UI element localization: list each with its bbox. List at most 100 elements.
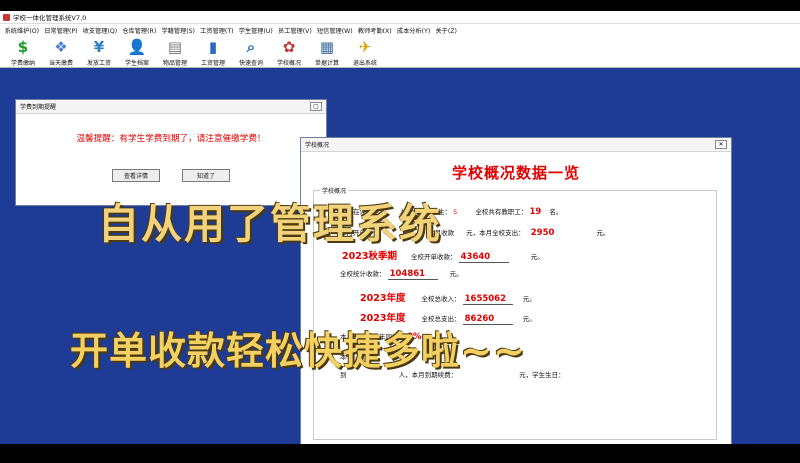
label-birthday: 元，学生生日： — [519, 371, 565, 379]
toolbar-button-6[interactable]: ⌕ 快速查询 — [232, 37, 270, 67]
exit-icon: ✈ — [358, 38, 372, 56]
menu-item-0[interactable]: 系统维护(O) — [2, 26, 42, 35]
calculator-icon: ▦ — [319, 38, 335, 56]
toolbar: $ 学费缴纳 ❖ 当天缴费 ¥ 发放工资 👤 学生档案 ▤ 物品管理 ▮ 工资管理 ⌕ 快速查询 ✿ 学校概况… — [0, 36, 800, 68]
year-expense-unit: 元。 — [522, 315, 536, 323]
label-tail: 本 — [340, 353, 347, 361]
search-icon: ⌕ — [246, 38, 256, 56]
label-term-income: 全校开单收款： — [411, 253, 457, 261]
toolbar-label: 当天缴费 — [48, 60, 73, 67]
row-students: 全校在读学生 人，本学期新生： 5 全校共有教职工： 19 名。 — [340, 206, 562, 217]
total-income-unit: 元。 — [449, 270, 463, 278]
menu-item-1[interactable]: 日常管理(P) — [42, 26, 81, 35]
label-month-receipts: 本月收款 — [428, 229, 455, 237]
toolbar-label: 学生档案 — [124, 60, 149, 67]
row-ratio: 本月开单比去年同比： 0% — [340, 331, 422, 342]
menu-item-6[interactable]: 学生管理(U) — [236, 26, 275, 35]
overview-window: 学校概况 ✕ 学校概况数据一览 学校概况 全校在读学生 人，本学期新生： 5 全… — [300, 137, 732, 444]
reminder-window: 学费到期提醒 ▢ 温馨提醒：有学生学费到期了，请注意催缴学费！ 查看详情 知道了 — [15, 99, 327, 206]
label-month-expense: 元，本月全校支出： — [466, 229, 525, 237]
menu-item-2[interactable]: 收支管理(Q) — [80, 26, 120, 35]
close-icon[interactable]: ▢ — [310, 102, 322, 111]
toolbar-label: 单据计算 — [314, 60, 339, 67]
school-icon: ✿ — [282, 38, 296, 56]
coins-icon: ❖ — [54, 38, 68, 56]
app-titlebar: 学校一体化管理系统V7.0 — [0, 11, 800, 24]
toolbar-button-8[interactable]: ▦ 单据计算 — [308, 37, 346, 67]
term-income-value: 43640 — [458, 252, 509, 263]
row-year-income: 2023年度 全校总收入： 1655062 元。 — [360, 290, 536, 305]
close-icon[interactable]: ✕ — [715, 140, 727, 149]
year-income-value: 1655062 — [462, 294, 513, 305]
new-students-value: 5 — [453, 208, 458, 216]
group-label: 学校概况 — [320, 186, 349, 195]
overview-title: 学校概况 — [305, 142, 330, 149]
app-logo-icon — [3, 13, 10, 21]
toolbar-button-3[interactable]: 👤 学生档案 — [118, 37, 156, 67]
menubar: 系统维护(O) 日常管理(P) 收支管理(Q) 仓库管理(R) 学籍管理(S) 工资管理(… — [0, 24, 800, 36]
total-income-value: 104861 — [387, 269, 438, 280]
label-staff: 全校共有教职工： — [475, 208, 528, 216]
toolbar-button-0[interactable]: $ 学费缴纳 — [4, 37, 42, 67]
row-year-expense: 2023年度 全校总支出： 86260 元。 — [360, 310, 536, 325]
toolbar-button-7[interactable]: ✿ 学校概况 — [270, 37, 308, 67]
app-title: 学校一体化管理系统V7.0 — [13, 14, 87, 22]
reminder-message: 温馨提醒：有学生学费到期了，请注意催缴学费！ — [76, 134, 266, 144]
menu-item-7[interactable]: 员工管理(V) — [275, 26, 314, 35]
month-expense-value: 2950 — [530, 228, 555, 238]
menu-item-11[interactable]: 关于(Z) — [433, 26, 460, 35]
label-year-expense: 全校总支出： — [421, 315, 461, 323]
label-expiring: 到 — [340, 371, 347, 379]
label-year-income: 全校总收入： — [421, 295, 461, 303]
row-term: 2023秋季期 全校开单收款： 43640 元。 — [342, 248, 544, 263]
ok-button[interactable]: 知道了 — [182, 169, 230, 182]
year-income-unit: 元。 — [522, 295, 536, 303]
label-ratio: 本月开单比去年同比： — [340, 333, 405, 341]
overview-titlebar[interactable]: 学校概况 ✕ — [301, 138, 731, 152]
menu-item-3[interactable]: 仓库管理(R) — [120, 26, 159, 35]
reminder-title: 学费到期提醒 — [20, 104, 57, 111]
toolbar-label: 发放工资 — [86, 60, 111, 67]
overview-heading: 学校概况数据一览 — [451, 164, 580, 182]
toolbar-label: 学校概况 — [276, 60, 301, 67]
label-new-students: 人，本学期新生： — [399, 208, 452, 216]
row-tail: 本 — [340, 351, 347, 361]
toolbar-button-2[interactable]: ¥ 发放工资 — [80, 37, 118, 67]
toolbar-button-9[interactable]: ✈ 退出系统 — [346, 37, 384, 67]
menu-item-10[interactable]: 成本分析(Y) — [394, 26, 433, 35]
row-month: 本月开单 本月收款 元，本月全校支出： 2950 元。 — [340, 227, 609, 238]
money-icon: ¥ — [93, 38, 105, 56]
toolbar-label: 退出系统 — [352, 60, 377, 67]
label-month-orders: 本月开单 — [340, 229, 366, 237]
toolbar-button-4[interactable]: ▤ 物品管理 — [156, 37, 194, 67]
label-students: 全校在读学生 — [340, 208, 379, 216]
desktop-area: 学费到期提醒 ▢ 温馨提醒：有学生学费到期了，请注意催缴学费！ 查看详情 知道了… — [0, 69, 800, 444]
staff-value: 19 — [529, 207, 542, 217]
toolbar-label: 快速查询 — [238, 60, 263, 67]
toolbar-label: 学费缴纳 — [10, 60, 35, 67]
ratio-value: 0% — [407, 332, 422, 342]
toolbar-label: 物品管理 — [162, 60, 187, 67]
menu-item-5[interactable]: 工资管理(T) — [198, 26, 237, 35]
label-renewal: 人，本月到期续费： — [398, 371, 458, 379]
year-income-label: 2023年度 — [360, 293, 406, 304]
person-icon: 👤 — [127, 38, 147, 56]
dollar-icon: $ — [17, 38, 29, 56]
year-expense-label: 2023年度 — [360, 313, 406, 324]
month-expense-unit: 元。 — [596, 229, 610, 237]
year-expense-value: 86260 — [462, 314, 513, 325]
toolbar-button-5[interactable]: ▮ 工资管理 — [194, 37, 232, 67]
reminder-titlebar[interactable]: 学费到期提醒 ▢ — [16, 100, 326, 114]
staff-unit: 名。 — [549, 208, 563, 216]
row-total: 全校统计收款： 104861 元。 — [340, 268, 463, 280]
menu-item-9[interactable]: 教师考勤(X) — [355, 26, 394, 35]
box-icon: ▤ — [167, 38, 183, 56]
menu-item-4[interactable]: 学籍管理(S) — [159, 26, 198, 35]
overview-group: 学校概况 全校在读学生 人，本学期新生： 5 全校共有教职工： 19 名。 本月… — [313, 186, 717, 440]
view-details-button[interactable]: 查看详情 — [112, 169, 160, 182]
term-income-unit: 元。 — [530, 253, 544, 261]
menu-item-8[interactable]: 短信管理(W) — [314, 26, 355, 35]
term-label: 2023秋季期 — [342, 251, 397, 262]
toolbar-button-1[interactable]: ❖ 当天缴费 — [42, 37, 80, 67]
app-window: 学校一体化管理系统V7.0 系统维护(O) 日常管理(P) 收支管理(Q) 仓库管理(… — [0, 11, 800, 444]
